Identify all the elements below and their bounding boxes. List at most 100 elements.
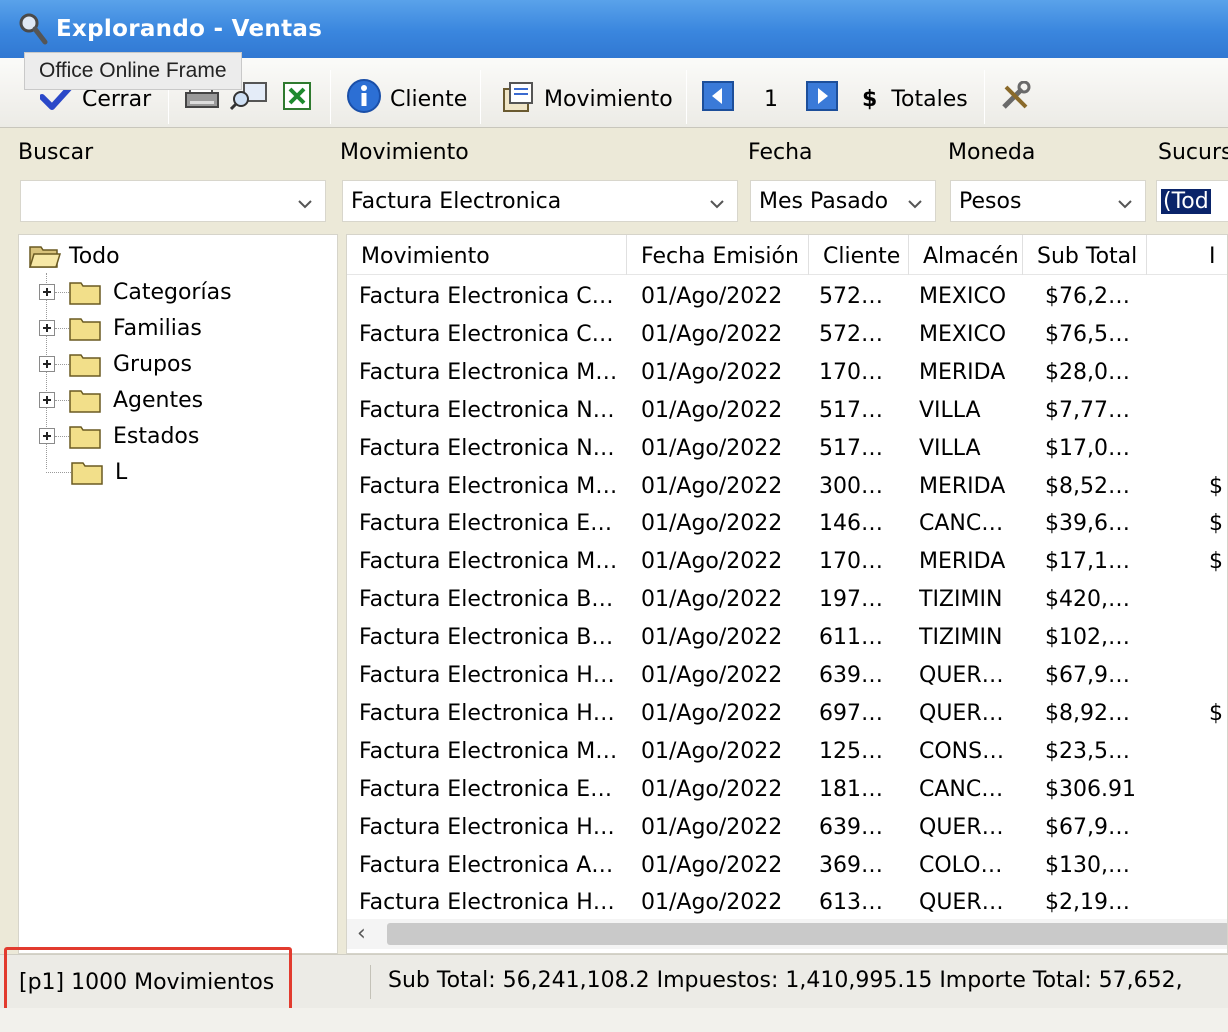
scroll-left-icon[interactable]: ‹ [357,923,366,945]
folder-icon [69,387,101,413]
category-tree: Todo Categorías Familias Grupos Agentes … [18,234,338,954]
cell-client: 181… [819,776,883,802]
sales-grid: Movimiento Fecha Emisión Cliente Almacén… [346,234,1228,954]
cell-date: 01/Ago/2022 [641,852,783,878]
table-row[interactable]: Factura Electronica H… 01/Ago/2022 639… QUE… [347,808,1227,846]
table-row[interactable]: Factura Electronica N… 01/Ago/2022 517… VIL… [347,429,1227,467]
table-row[interactable]: Factura Electronica E… 01/Ago/2022 181… CAN… [347,770,1227,808]
cell-tax: $ [1209,511,1223,537]
client-button[interactable]: Cliente [346,78,467,120]
table-row[interactable]: Factura Electronica B… 01/Ago/2022 197… TIZ… [347,580,1227,618]
movement-button[interactable]: Movimiento [500,78,673,120]
tools-button[interactable] [1000,78,1032,120]
tree-node-agents[interactable]: Agentes [39,383,203,417]
cell-tax [1209,732,1227,770]
table-row[interactable]: Factura Electronica H… 01/Ago/2022 639… QUE… [347,656,1227,694]
table-row[interactable]: Factura Electronica M… 01/Ago/2022 170… MER… [347,353,1227,391]
tree-line [55,291,69,293]
table-row[interactable]: Factura Electronica C… 01/Ago/2022 572… MEX… [347,315,1227,353]
next-page-button[interactable] [806,78,838,120]
cell-warehouse: QUER… [919,663,1004,688]
cell-movement: Factura Electronica N… [359,397,615,423]
previous-page-button[interactable] [702,78,734,120]
table-row[interactable]: Factura Electronica A… 01/Ago/2022 369… COL… [347,846,1227,884]
cell-movement: Factura Electronica B… [359,625,614,651]
column-header-movement[interactable]: Movimiento [347,235,627,275]
excel-export-button[interactable] [282,78,312,120]
movement-select[interactable]: Factura Electronica [342,180,738,222]
table-row[interactable]: Factura Electronica B… 01/Ago/2022 611… TIZ… [347,618,1227,656]
tooltip: Office Online Frame [24,52,242,90]
column-header-date[interactable]: Fecha Emisión [627,235,809,275]
info-icon [346,78,382,120]
cell-date: 01/Ago/2022 [641,738,783,764]
cell-client: 572… [819,284,883,309]
cell-warehouse: COLO… [919,852,1003,878]
cell-client: 146… [819,511,883,537]
tree-node-groups[interactable]: Grupos [39,347,192,381]
horizontal-scrollbar[interactable]: ‹ [347,919,1227,949]
table-row[interactable]: Factura Electronica C… 01/Ago/2022 572… MEX… [347,277,1227,315]
table-row[interactable]: Factura Electronica M… 01/Ago/2022 125… CON… [347,732,1227,770]
column-header-subtotal[interactable]: Sub Total [1023,235,1147,275]
table-row[interactable]: Factura Electronica N… 01/Ago/2022 517… VIL… [347,391,1227,429]
tree-node-label: Todo [69,243,120,269]
cell-tax [1209,580,1227,618]
cell-movement: Factura Electronica E… [359,511,613,537]
table-row[interactable]: Factura Electronica H… 01/Ago/2022 697… QUE… [347,694,1227,732]
cell-tax [1209,391,1227,429]
currency-select[interactable]: Pesos [950,180,1146,222]
column-header-warehouse[interactable]: Almacén [909,235,1023,275]
page-number-label: 1 [764,86,778,112]
column-header-tax[interactable]: I [1147,235,1227,275]
chevron-down-icon[interactable] [709,193,725,209]
date-select[interactable]: Mes Pasado [750,180,936,222]
search-input[interactable] [20,180,326,222]
chevron-down-icon[interactable] [907,193,923,209]
totals-summary: Sub Total: 56,241,108.2 Impuestos: 1,410… [388,968,1183,993]
tree-node-states[interactable]: Estados [39,419,199,453]
cell-subtotal: $76,2… [1045,284,1130,309]
cell-subtotal: $76,5… [1045,321,1130,347]
chevron-down-icon[interactable] [297,193,313,209]
cell-movement: Factura Electronica M… [359,359,618,385]
table-row[interactable]: Factura Electronica M… 01/Ago/2022 170… MER… [347,542,1227,580]
tree-node-categories[interactable]: Categorías [39,275,232,309]
cell-subtotal: $306.91 [1045,776,1136,802]
cell-movement: Factura Electronica H… [359,663,615,688]
cell-date: 01/Ago/2022 [641,284,783,309]
scrollbar-thumb[interactable] [387,923,1227,945]
tree-line [55,363,69,365]
plus-box-icon[interactable] [39,284,55,300]
cell-subtotal: $8,92… [1045,700,1130,726]
cell-warehouse: VILLA [919,435,981,461]
cell-warehouse: VILLA [919,397,981,423]
cell-client: 517… [819,435,883,461]
table-row[interactable]: Factura Electronica E… 01/Ago/2022 146… CAN… [347,504,1227,542]
table-row[interactable]: Factura Electronica M… 01/Ago/2022 300… MER… [347,467,1227,505]
cell-tax [1209,353,1227,391]
tree-node-l[interactable]: L [46,455,127,489]
table-row[interactable]: Factura Electronica H… 01/Ago/2022 613… QUE… [347,883,1227,921]
window-bottom-edge [0,1008,1228,1032]
plus-box-icon[interactable] [39,428,55,444]
cell-date: 01/Ago/2022 [641,890,783,916]
chevron-down-icon[interactable] [1117,193,1133,209]
plus-box-icon[interactable] [39,320,55,336]
tree-node-root[interactable]: Todo [28,239,120,273]
cell-tax [1209,656,1227,694]
column-header-client[interactable]: Cliente [809,235,909,275]
cell-movement: Factura Electronica M… [359,549,618,575]
plus-box-icon[interactable] [39,356,55,372]
plus-box-icon[interactable] [39,392,55,408]
date-select-value: Mes Pasado [759,188,889,214]
branch-select[interactable]: (Tod [1156,180,1228,222]
date-filter-label: Fecha [748,140,813,165]
cell-subtotal: $67,9… [1045,663,1130,688]
grid-header: Movimiento Fecha Emisión Cliente Almacén… [347,235,1227,275]
tree-node-families[interactable]: Familias [39,311,202,345]
cell-client: 170… [819,359,883,385]
folder-open-icon [28,243,62,269]
tree-line [55,399,69,401]
totals-button[interactable]: $ Totales [862,78,968,120]
